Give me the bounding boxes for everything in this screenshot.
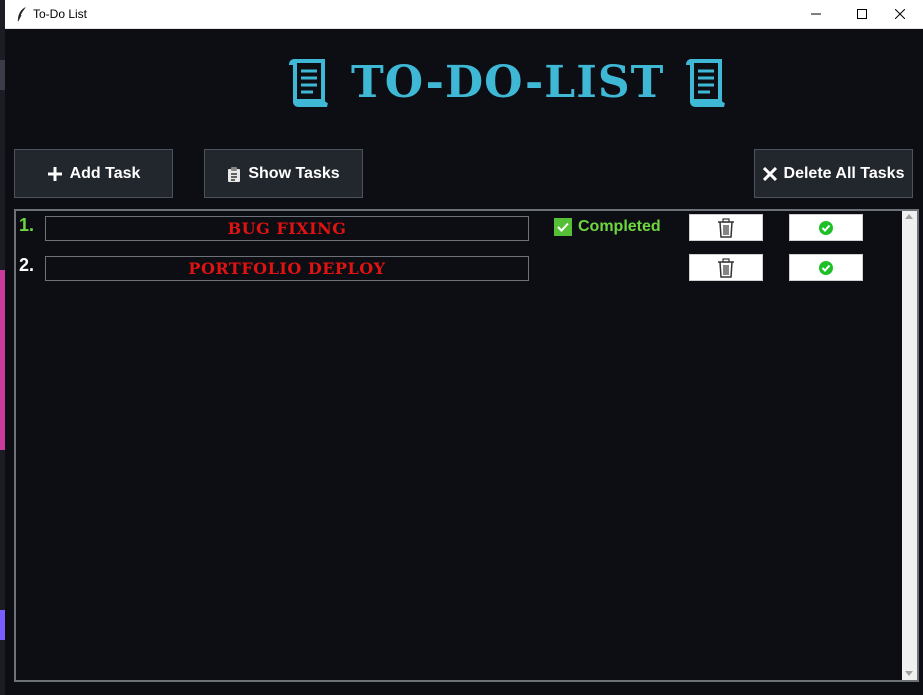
minimize-icon [811, 13, 821, 15]
show-tasks-button[interactable]: Show Tasks [204, 149, 363, 198]
task-number: 2. [19, 255, 35, 275]
scroll-icon [289, 59, 328, 107]
page-title: TO-DO-LIST [287, 56, 728, 108]
trash-icon [718, 257, 734, 278]
task-name: BUG FIXING [227, 219, 347, 238]
vertical-scrollbar[interactable] [902, 211, 917, 680]
checkmark-icon [554, 218, 572, 236]
status-badge: Completed [554, 218, 661, 236]
check-circle-icon [819, 220, 833, 235]
task-number: 1. [19, 215, 35, 235]
mark-complete-button[interactable] [789, 254, 863, 281]
trash-icon [718, 217, 734, 238]
clipboard-icon [228, 166, 241, 182]
delete-task-button[interactable] [689, 214, 763, 241]
task-entry[interactable]: BUG FIXING [45, 216, 529, 241]
close-button[interactable] [877, 0, 923, 28]
add-task-button[interactable]: Add Task [14, 149, 173, 198]
mark-complete-button[interactable] [789, 214, 863, 241]
task-list[interactable]: 1. BUG FIXING Completed 2. PORTFOLIO DEP… [14, 209, 919, 682]
task-row: 2. PORTFOLIO DEPLOY [16, 253, 896, 281]
delete-all-tasks-button[interactable]: Delete All Tasks [754, 149, 913, 198]
check-circle-icon [819, 260, 833, 275]
feather-icon [17, 7, 26, 22]
window-title: To-Do List [33, 7, 88, 21]
maximize-icon [857, 9, 867, 19]
status-label: Completed [578, 218, 661, 235]
heading-text: TO-DO-LIST [351, 56, 665, 108]
plus-icon [47, 166, 62, 181]
delete-all-label: Delete All Tasks [783, 164, 905, 182]
task-row: 1. BUG FIXING Completed [16, 213, 896, 241]
delete-task-button[interactable] [689, 254, 763, 281]
scroll-down-arrow-icon[interactable] [905, 671, 913, 676]
task-name: PORTFOLIO DEPLOY [188, 259, 386, 278]
scroll-up-arrow-icon[interactable] [905, 214, 913, 219]
minimize-button[interactable] [793, 0, 839, 28]
window-titlebar[interactable]: To-Do List [5, 0, 923, 29]
task-entry[interactable]: PORTFOLIO DEPLOY [45, 256, 529, 281]
desktop-edge [0, 0, 5, 695]
x-icon [762, 166, 777, 181]
scroll-icon [686, 59, 726, 107]
add-task-label: Add Task [69, 164, 141, 182]
close-icon [895, 9, 905, 19]
show-tasks-label: Show Tasks [248, 164, 340, 182]
